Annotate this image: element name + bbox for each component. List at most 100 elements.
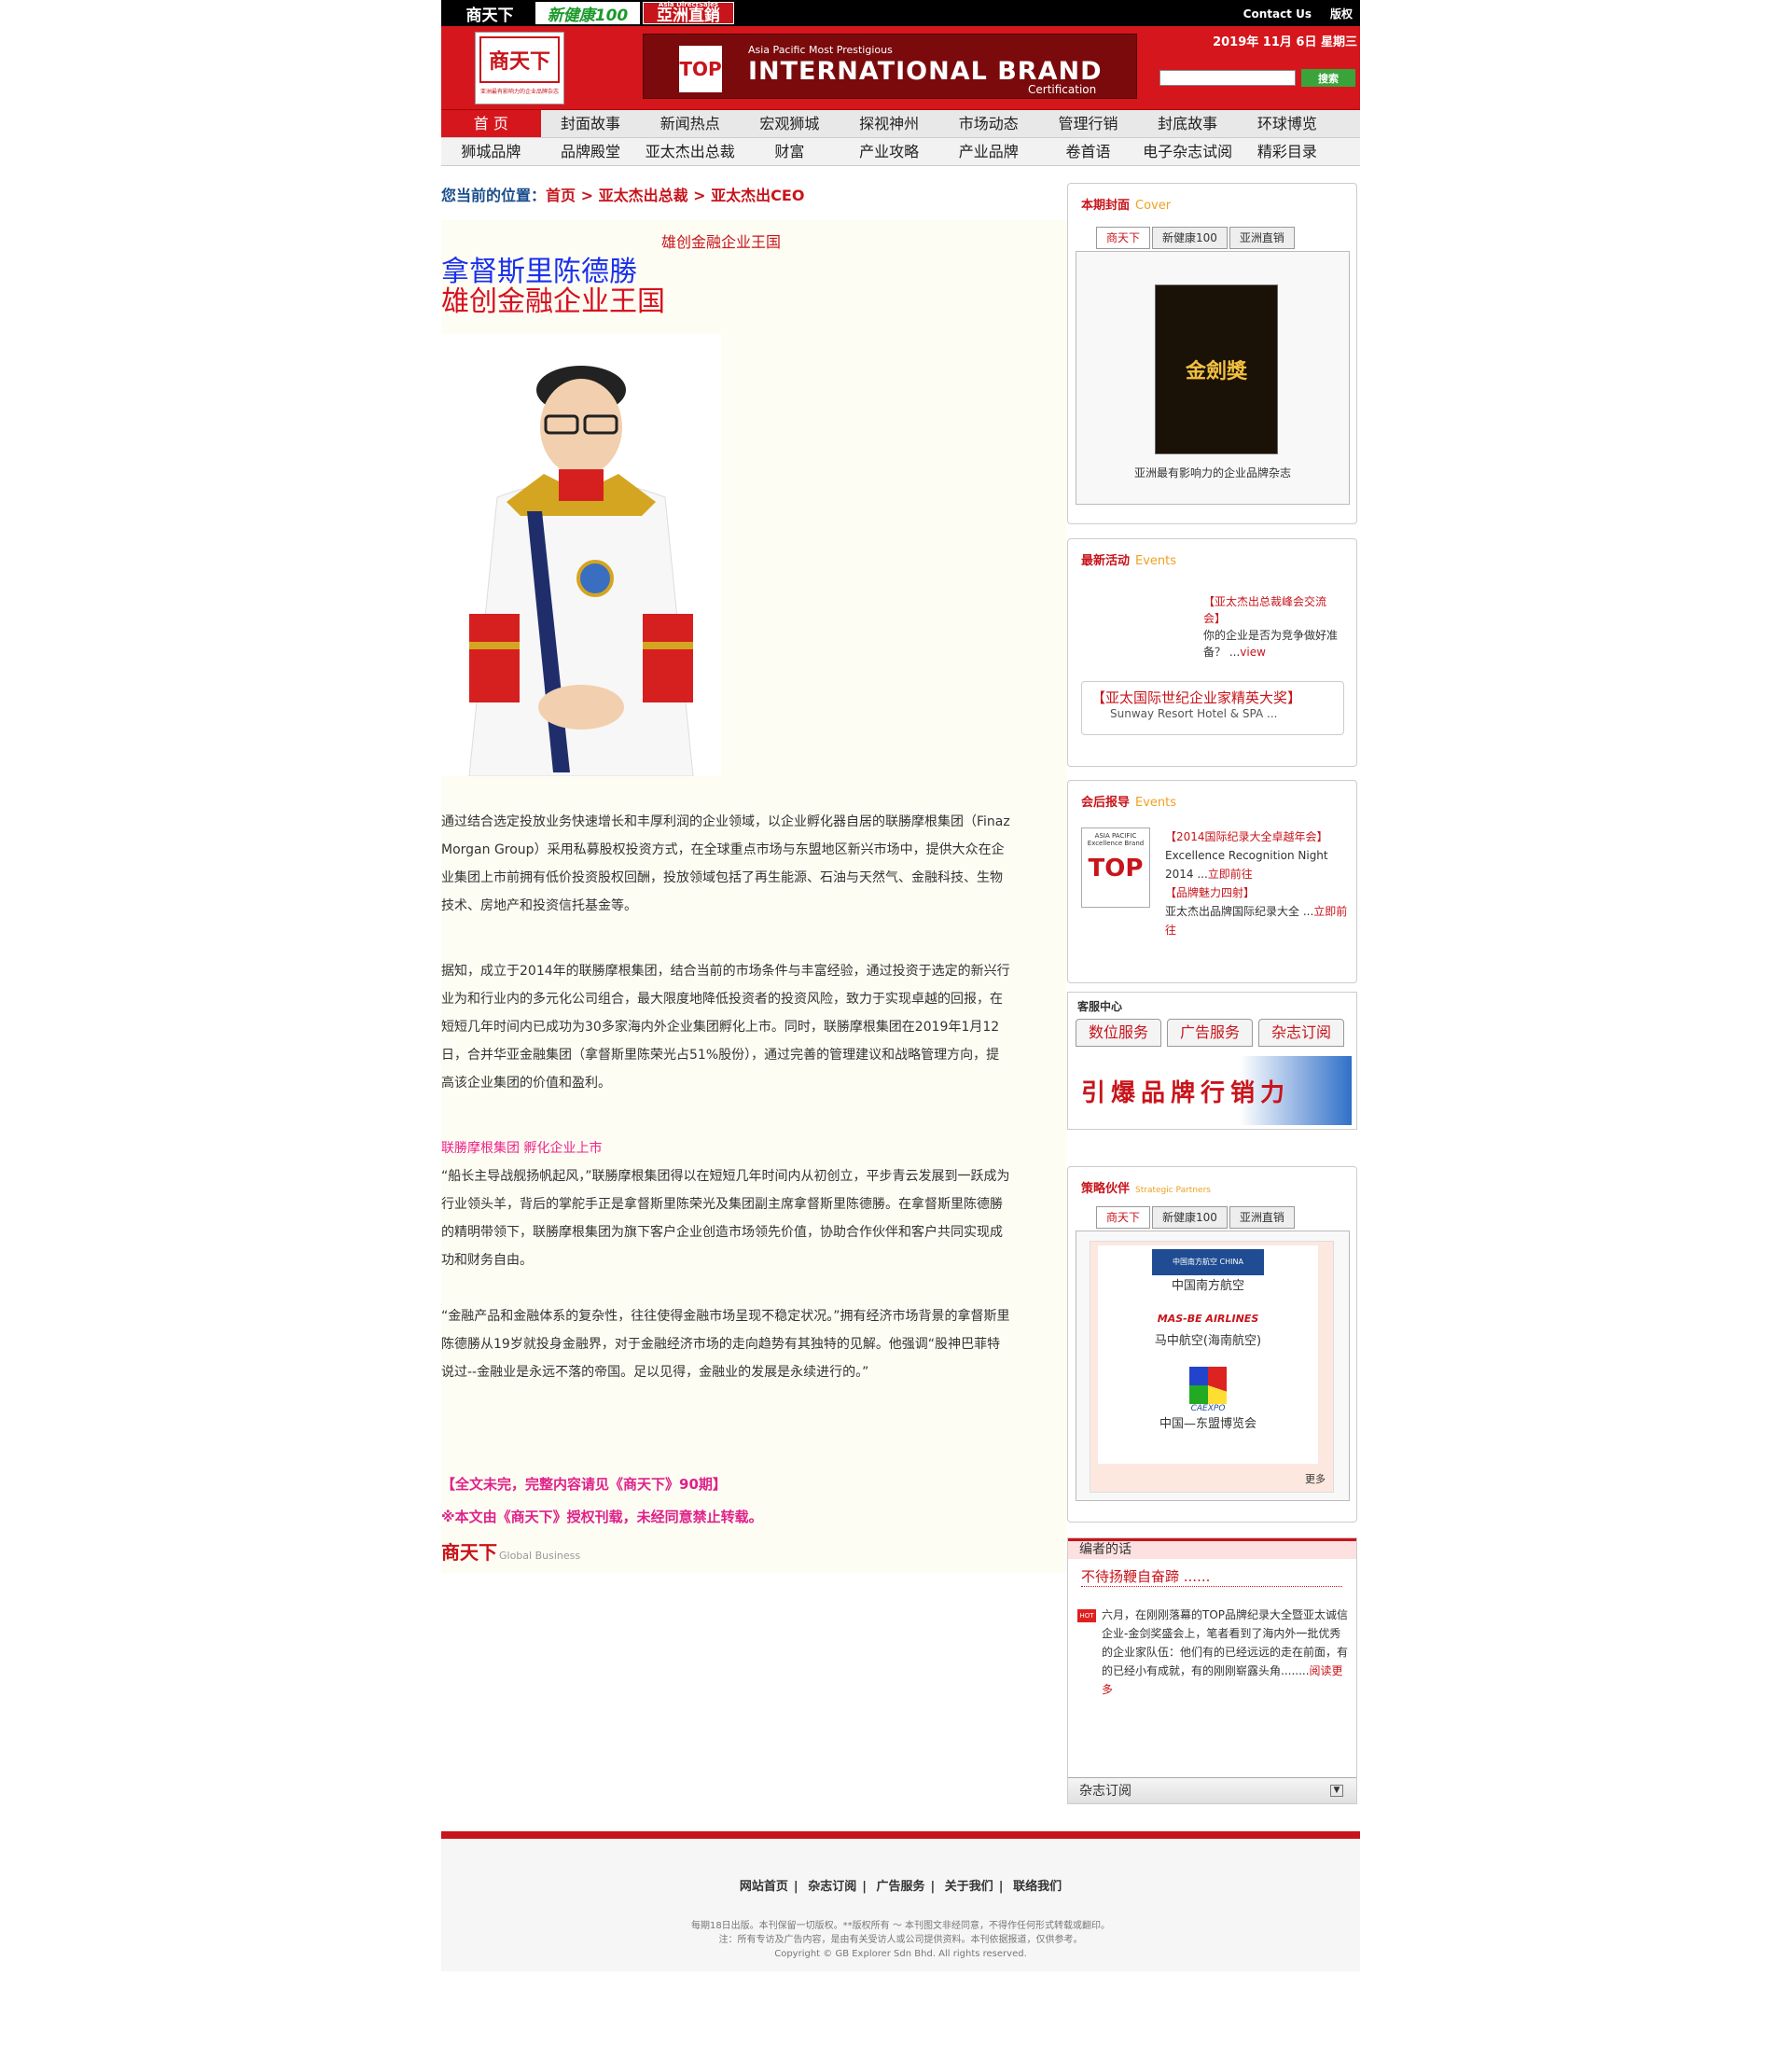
breadcrumb-prefix: 您当前的位置： — [441, 187, 547, 204]
caexpo-logo: CAEXPO — [1190, 1404, 1226, 1413]
china-southern-logo: 中国南方航空 CHINA SOUTHERN — [1152, 1249, 1264, 1292]
footer-link-about[interactable]: 关于我们 — [945, 1880, 993, 1894]
event-item: 【亚太杰出总裁峰会交流会】 你的企业是否为竞争做好准备？ ...view — [1203, 593, 1343, 661]
footer-link-home[interactable]: 网站首页 — [740, 1880, 788, 1894]
brand-shangtianxia-link[interactable]: 商天下 — [447, 2, 533, 25]
reports-panel: 会后报导 Events ASIA PACIFIC Excellence Brand… — [1067, 780, 1357, 983]
banner-line3: Certification — [1028, 83, 1097, 96]
service-tab-ads[interactable]: 广告服务 — [1167, 1019, 1253, 1047]
banner-line2: INTERNATIONAL BRAND — [748, 57, 1103, 86]
event-view-link[interactable]: view — [1240, 646, 1266, 659]
cover-panel: 本期封面 Cover 商天下 新健康100 亚洲直销 金劍獎 亚洲最有影响力的企业… — [1067, 183, 1357, 524]
magazine-cover-image[interactable]: 金劍獎 — [1155, 285, 1278, 454]
article-note-incomplete: 【全文未完，完整内容请见《商天下》90期】 — [441, 1476, 727, 1493]
footer-link-subscribe[interactable]: 杂志订阅 — [808, 1880, 856, 1894]
event-item-title[interactable]: 【亚太杰出总裁峰会交流会】 — [1203, 593, 1343, 627]
nav-china[interactable]: 探视神州 — [840, 110, 939, 137]
report-2-title[interactable]: 【品牌魅力四射】 — [1165, 883, 1352, 902]
hot-badge: HOT — [1077, 1609, 1096, 1622]
nav-emagazine[interactable]: 电子杂志试阅 — [1138, 138, 1238, 165]
partners-more-link[interactable]: 更多 — [1305, 1471, 1326, 1486]
nav-ceo[interactable]: 亚太杰出总裁 — [640, 138, 740, 165]
footer-link-contact[interactable]: 联络我们 — [1013, 1880, 1062, 1894]
reports-list: 【2014国际纪录大全卓越年会】 Excellence Recognition … — [1165, 827, 1352, 939]
breadcrumb-ceo-link[interactable]: 亚太杰出总裁 — [599, 187, 688, 204]
events-title: 最新活动 Events — [1081, 550, 1176, 568]
partners-tab-3[interactable]: 亚洲直销 — [1229, 1206, 1295, 1229]
partner-caexpo[interactable]: CAEXPO 中国—东盟博览会 — [1098, 1367, 1318, 1431]
service-tabs: 数位服务 广告服务 杂志订阅 — [1076, 1019, 1344, 1047]
partners-title: 策略伙伴 Strategic Partners — [1081, 1178, 1211, 1196]
article-paragraph-3: “船长主导战舰扬帆起风，”联勝摩根集团得以在短短几年时间内从初创立，平步青云发展… — [441, 1169, 1010, 1268]
nav-contents[interactable]: 精彩目录 — [1238, 138, 1338, 165]
report-2-desc: 亚太杰出品牌国际纪录大全 ... — [1165, 905, 1314, 918]
partners-tab-1[interactable]: 商天下 — [1096, 1206, 1151, 1229]
partner-china-southern[interactable]: 中国南方航空 CHINA SOUTHERN 中国南方航空 — [1098, 1249, 1318, 1293]
breadcrumb-sep: > — [576, 187, 599, 204]
breadcrumb-sep: > — [687, 187, 712, 204]
footer-link-ads[interactable]: 广告服务 — [876, 1880, 924, 1894]
nav-back-cover[interactable]: 封底故事 — [1138, 110, 1238, 137]
site-logo[interactable]: 商天下 亚洲最有影响力的企业品牌杂志 — [475, 32, 564, 104]
editor-title: 编者的话 — [1068, 1538, 1356, 1559]
report-1-link[interactable]: 立即前往 — [1208, 868, 1253, 881]
nav-wealth[interactable]: 财富 — [740, 138, 840, 165]
nav-sg-brand[interactable]: 狮城品牌 — [441, 138, 541, 165]
cover-tab-2[interactable]: 新健康100 — [1152, 227, 1228, 249]
editor-headline[interactable]: 不待扬鞭自奋蹄 ...... — [1081, 1566, 1342, 1587]
brand-label: 亞洲直銷 — [657, 7, 720, 25]
subscribe-label: 杂志订阅 — [1079, 1784, 1132, 1799]
service-tab-subscribe[interactable]: 杂志订阅 — [1258, 1019, 1344, 1047]
cover-tab-1[interactable]: 商天下 — [1096, 227, 1151, 249]
nav-preface[interactable]: 卷首语 — [1038, 138, 1138, 165]
event-item-desc: 你的企业是否为竞争做好准备？ ... — [1203, 629, 1339, 659]
search-input[interactable] — [1159, 70, 1296, 86]
nav-global[interactable]: 环球博览 — [1238, 110, 1338, 137]
current-date: 2019年 11月 6日 星期三 — [1213, 35, 1357, 49]
banner-line1: Asia Pacific Most Prestigious — [748, 44, 893, 56]
brand-asia-directsales-link[interactable]: Asia DirectSales 亞洲直銷 — [643, 2, 734, 24]
copyright-link[interactable]: 版权 — [1330, 7, 1353, 21]
caexpo-logo-icon — [1189, 1367, 1227, 1404]
service-title: 客服中心 — [1077, 1000, 1123, 1013]
article-title-line2: 雄创金融企业王国 — [441, 285, 665, 318]
cover-tab-3[interactable]: 亚洲直销 — [1229, 227, 1295, 249]
article-paragraph-2: 据知，成立于2014年的联勝摩根集团，结合当前的市场条件与丰富经验，通过投资于选… — [441, 964, 1010, 1091]
breadcrumb-current[interactable]: 亚太杰出CEO — [711, 187, 804, 204]
partners-title-text: 策略伙伴 — [1081, 1182, 1131, 1196]
nav-industry-brand[interactable]: 产业品牌 — [938, 138, 1038, 165]
nav-brand-hall[interactable]: 品牌殿堂 — [541, 138, 641, 165]
breadcrumb-home-link[interactable]: 首页 — [546, 187, 576, 204]
report-1-title[interactable]: 【2014国际纪录大全卓越年会】 — [1165, 827, 1352, 846]
breadcrumb: 您当前的位置：首页 > 亚太杰出总裁 > 亚太杰出CEO — [441, 183, 804, 205]
partner-mas-be[interactable]: MAS-BE AIRLINES 马中航空(海南航空) — [1098, 1313, 1318, 1348]
nav-management[interactable]: 管理行销 — [1038, 110, 1138, 137]
nav-cover-story[interactable]: 封面故事 — [541, 110, 641, 137]
brand-marketing-banner[interactable]: 引爆品牌行销力 — [1072, 1056, 1352, 1125]
international-brand-banner[interactable]: TOP Asia Pacific Most Prestigious INTERN… — [643, 34, 1137, 99]
nav-industry[interactable]: 产业攻略 — [840, 138, 939, 165]
editor-panel: 编者的话 不待扬鞭自奋蹄 ...... HOT 六月，在刚刚落幕的TOP品牌纪录… — [1067, 1537, 1357, 1804]
top-award-logo[interactable]: ASIA PACIFIC Excellence Brand TOP — [1081, 827, 1150, 908]
brand-xinjiankang-link[interactable]: 新健康100 — [535, 2, 640, 25]
portrait-photo — [441, 334, 721, 777]
service-tab-digital[interactable]: 数位服务 — [1076, 1019, 1161, 1047]
event-highlight-box[interactable]: 【亚太国际世纪企业家精英大奖】 Sunway Resort Hotel & SP… — [1081, 681, 1344, 735]
reports-title: 会后报导 Events — [1081, 792, 1176, 810]
search-button[interactable]: 搜索 — [1301, 69, 1355, 87]
partners-tab-2[interactable]: 新健康100 — [1152, 1206, 1228, 1229]
events-title-en: Events — [1135, 554, 1177, 568]
event-item-text: 你的企业是否为竞争做好准备？ ...view — [1203, 627, 1343, 661]
editor-text: 六月，在刚刚落幕的TOP品牌纪录大全暨亚太诚信企业-金剑奖盛会上，笔者看到了海内… — [1102, 1606, 1352, 1699]
nav-home[interactable]: 首 页 — [441, 110, 541, 137]
nav-news[interactable]: 新闻热点 — [640, 110, 740, 137]
cover-title-text: 本期封面 — [1081, 199, 1131, 213]
chevron-down-icon[interactable]: ▼ — [1330, 1785, 1343, 1797]
partners-title-en: Strategic Partners — [1135, 1186, 1211, 1195]
contact-us-link[interactable]: Contact Us — [1243, 7, 1312, 21]
page: 商天下 新健康100 Asia DirectSales 亞洲直銷 Contact … — [441, 0, 1360, 1971]
nav-market[interactable]: 市场动态 — [938, 110, 1038, 137]
nav-singapore[interactable]: 宏观狮城 — [740, 110, 840, 137]
subscribe-bar[interactable]: 杂志订阅 ▼ — [1068, 1777, 1356, 1803]
top-logo-icon: TOP — [679, 46, 722, 92]
